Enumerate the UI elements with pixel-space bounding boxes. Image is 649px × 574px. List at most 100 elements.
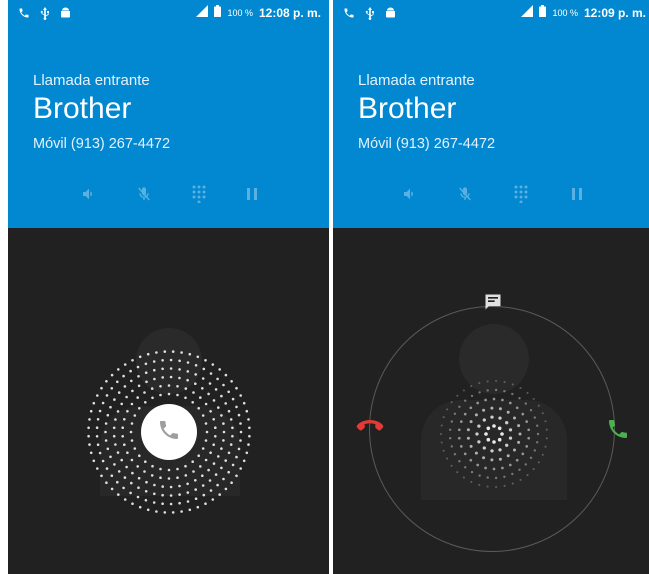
dialpad-icon[interactable] — [185, 180, 213, 208]
ripple-dot — [498, 407, 502, 411]
ripple-dot — [92, 459, 96, 463]
ripple-dot — [446, 408, 449, 411]
ripple-dot — [529, 409, 533, 412]
ripple-dot — [116, 410, 120, 413]
ripple-dot — [212, 462, 216, 465]
ripple-dot — [469, 406, 473, 410]
ripple-dot — [192, 470, 195, 473]
hold-icon[interactable] — [238, 180, 266, 208]
ripple-dot — [214, 426, 217, 429]
ripple-dot — [112, 434, 116, 438]
ripple-dot — [153, 377, 156, 381]
ripple-dot — [518, 468, 521, 471]
ripple-dot — [478, 483, 481, 486]
ripple-dot — [169, 494, 173, 497]
ripple-dot — [209, 489, 213, 492]
ripple-dot — [178, 368, 181, 371]
ripple-dot — [89, 409, 93, 413]
ripple-dot — [217, 406, 220, 409]
in-call-controls — [333, 180, 649, 208]
ripple-dot — [138, 454, 141, 457]
ripple-dot — [153, 492, 156, 496]
ripple-dot — [152, 360, 156, 363]
ripple-dot — [199, 465, 202, 468]
ripple-dot — [508, 428, 513, 432]
ripple-dot — [87, 434, 90, 438]
ripple-dot — [122, 374, 125, 378]
ripple-dot — [178, 484, 181, 488]
ripple-dot — [117, 493, 120, 496]
ripple-dot — [137, 375, 140, 378]
ripple-dot — [248, 434, 251, 438]
ripple-dot — [511, 392, 514, 396]
ripple-dot — [120, 402, 123, 406]
ripple-dot — [88, 418, 91, 421]
ripple-dot — [450, 401, 453, 404]
ripple-dot — [167, 392, 171, 396]
ripple-dot — [96, 467, 99, 470]
speaker-icon[interactable] — [396, 180, 424, 208]
message-icon[interactable] — [481, 290, 505, 314]
battery-icon — [214, 4, 222, 22]
ripple-dot — [453, 453, 457, 456]
mute-icon[interactable] — [130, 180, 158, 208]
ripple-dot — [138, 505, 142, 509]
ripple-dot — [131, 471, 134, 475]
ripple-dot — [186, 482, 189, 486]
incoming-call-screen-left: 100 % 12:08 p. m. Llamada entrante Broth… — [8, 0, 329, 574]
hold-icon[interactable] — [563, 180, 591, 208]
ripple-dot — [204, 422, 208, 425]
ripple-dot — [120, 458, 123, 462]
speaker-icon[interactable] — [75, 180, 103, 208]
answer-icon[interactable] — [603, 414, 633, 444]
ripple-dot — [482, 456, 486, 460]
ripple-dot — [456, 394, 459, 397]
ripple-dot — [224, 487, 228, 491]
call-action-area — [333, 228, 649, 574]
battery-level: 100 % — [552, 8, 578, 18]
clock: 12:08 p. m. — [258, 6, 321, 20]
ripple-dot — [235, 405, 238, 409]
ripple-dot — [227, 451, 231, 455]
ripple-dot — [161, 376, 164, 379]
decline-icon[interactable] — [355, 414, 385, 438]
ripple-dot — [490, 449, 494, 453]
ripple-dot — [130, 379, 133, 383]
ripple-dot — [98, 409, 102, 413]
ripple-dot — [450, 464, 453, 467]
ripple-dot — [208, 382, 212, 385]
caller-number: Móvil (913) 267-4472 — [358, 136, 496, 152]
ripple-dot — [123, 498, 127, 501]
ripple-dot — [116, 480, 119, 484]
ripple-dot — [204, 402, 208, 406]
ripple-dot — [492, 440, 496, 444]
ripple-dot — [511, 482, 514, 485]
ripple-dot — [216, 377, 219, 381]
ripple-dot — [178, 501, 181, 505]
ripple-dot — [130, 458, 134, 462]
ripple-dot — [513, 416, 516, 420]
dialpad-icon[interactable] — [507, 180, 535, 208]
answer-button[interactable] — [141, 404, 197, 460]
ripple-dot — [446, 457, 449, 460]
ripple-dot — [508, 463, 512, 467]
ripple-dot — [474, 451, 478, 455]
mute-icon[interactable] — [451, 180, 479, 208]
ripple-dot — [176, 467, 179, 471]
ripple-dot — [518, 432, 522, 436]
ripple-dot — [144, 371, 148, 374]
ripple-dot — [201, 414, 205, 417]
ripple-dot — [143, 391, 146, 394]
ripple-dot — [544, 445, 547, 448]
caller-name: Brother — [33, 92, 132, 125]
ripple-dot — [224, 459, 227, 462]
ripple-dot — [95, 426, 99, 429]
ripple-dot — [222, 477, 225, 481]
ripple-dots — [87, 350, 251, 514]
ripple-dot — [235, 455, 238, 459]
ripple-dot — [186, 378, 189, 382]
ripple-dot — [196, 505, 200, 509]
ripple-dot — [171, 350, 175, 353]
ripple-dot — [201, 474, 204, 477]
ripple-dot — [137, 476, 141, 480]
